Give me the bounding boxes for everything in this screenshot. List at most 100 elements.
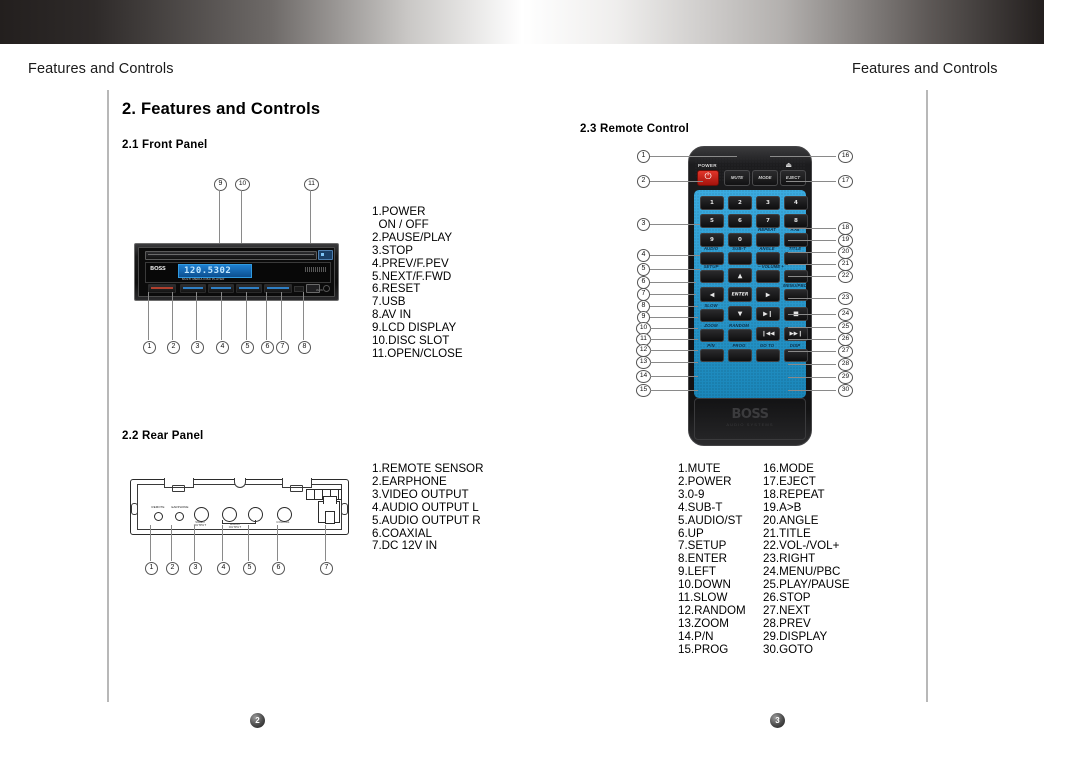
remote-callout-27: 27 [838,345,853,358]
front-callout-10: 10 [235,178,250,191]
remote-key-enter: ENTER [728,287,752,302]
front-callout-11: 11 [304,178,319,191]
rear-label-coaxial: COAXIAL [276,520,290,524]
remote-mute-button: MUTE [724,170,750,186]
remote-label-setup: SETUP [703,264,719,269]
remote-key-menu-pbc [784,289,808,301]
av-in-label: AV IN [316,289,323,292]
front-callout-1: 1 [143,341,156,354]
remote-key-7: 7 [756,214,780,228]
rear-leader-3 [194,525,195,561]
page-number-left: 2 [250,713,265,728]
remote-label-slow: SLOW [704,303,718,308]
dc-power-connector [318,496,340,524]
section-heading-rear-panel: 2.2 Rear Panel [122,430,204,442]
remote-callout-24: 24 [838,308,853,321]
front-callout-6: 6 [261,341,274,354]
front-leader-6 [266,292,267,340]
remote-eject-button: EJECT [780,170,806,186]
right-page-rule [926,90,928,702]
rear-leader-6 [277,525,278,561]
remote-brand-logo: BOSS [731,407,769,422]
remote-label-angle: ANGLE [759,246,775,251]
remote-callout-29: 29 [838,371,853,384]
section-heading-remote-control: 2.3 Remote Control [580,123,690,135]
rear-callout-7: 7 [320,562,333,575]
rear-leader-5 [248,525,249,561]
remote-key-4: 4 [784,196,808,210]
rear-label-audio: AUDIO OUTPUT [228,522,242,530]
disc-slot [145,251,317,260]
front-leader-4 [221,292,222,340]
rear-callout-2: 2 [166,562,179,575]
rear-callout-3: 3 [189,562,202,575]
rear-label-earphone: EARPHONE [171,505,189,509]
next-button [264,284,292,293]
remote-label-goto: GO TO [759,343,775,348]
remote-callout-15: 15 [636,384,651,397]
remote-key-6: 6 [728,214,752,228]
remote-label-repeat: REPEAT [758,227,776,232]
remote-legend-column-left: 1.MUTE 2.POWER 3.0-9 4.SUB-T 5.AUDIO/ST … [678,462,746,656]
remote-label-prog: PROG [732,343,746,348]
remote-footer: BOSS AUDIO SYSTEMS [694,398,806,440]
front-leader-2 [172,292,173,340]
brand-logo: BOSS [150,266,166,272]
remote-callout-13: 13 [636,356,651,369]
running-head-right: Features and Controls [852,61,998,77]
remote-mode-button: MODE [752,170,778,186]
remote-callout-5: 5 [637,263,650,276]
remote-callout-23: 23 [838,292,853,305]
rear-label-video: VIDEO OUTPUT [193,520,207,528]
rear-panel-illustration: REMOTE EARPHONE VIDEO OUTPUT AUDIO OUTPU… [130,478,349,535]
remote-callout-28: 28 [838,358,853,371]
remote-key-up: ▲ [728,268,752,283]
remote-label-zoom: ZOOM [704,323,718,328]
remote-key-8: 8 [784,214,808,228]
remote-callout-1: 1 [637,150,650,163]
remote-key-random [728,329,752,342]
remote-label-audio: AUDIO [703,246,719,251]
running-head-left: Features and Controls [28,61,174,77]
remote-label-disp: DISP [789,343,801,348]
rear-leader-2 [171,525,172,561]
remote-label-menu-pbc: MENU/PBC [783,283,807,288]
lcd-subtext: MULTI MEDIA DISC PLAYER [182,276,225,281]
front-callout-4: 4 [216,341,229,354]
remote-key-goto [756,349,780,362]
speaker-grille [305,267,327,272]
eject-icon: ⏏ [785,162,792,169]
remote-key-9: 9 [700,233,724,247]
rear-callout-4: 4 [217,562,230,575]
front-leader-7 [281,292,282,340]
remote-key-right: ▶ [756,287,780,302]
remote-label-title: TITLE [788,246,802,251]
remote-callout-22: 22 [838,270,853,283]
rear-panel-legend: 1.REMOTE SENSOR 2.EARPHONE 3.VIDEO OUTPU… [372,462,484,553]
front-leader-5 [246,292,247,340]
header-gradient-band [0,0,1044,44]
remote-key-pn [700,349,724,362]
remote-power-button [697,170,719,186]
remote-legend-column-right: 16.MODE 17.EJECT 18.REPEAT 19.A>B 20.ANG… [763,462,850,656]
page-number-right: 3 [770,713,785,728]
front-callout-8: 8 [298,341,311,354]
earphone-jack [175,512,184,521]
left-page-rule [107,90,109,702]
remote-callout-2: 2 [637,175,650,188]
section-heading-front-panel: 2.1 Front Panel [122,139,208,151]
remote-control-illustration: POWER ⏏ MUTE MODE EJECT 1 2 3 4 5 6 7 8 … [688,146,812,446]
rear-callout-1: 1 [145,562,158,575]
rear-leader-7 [325,525,326,561]
rear-callout-5: 5 [243,562,256,575]
remote-key-2: 2 [728,196,752,210]
prev-button [236,284,262,293]
remote-key-3: 3 [756,196,780,210]
remote-key-0: 0 [728,233,752,247]
front-panel-legend: 1.POWER ON / OFF 2.PAUSE/PLAY 3.STOP 4.P… [372,205,463,360]
remote-brand-subtitle: AUDIO SYSTEMS [726,422,774,427]
remote-key-vol-down [756,270,780,283]
front-callout-7: 7 [276,341,289,354]
open-close-button [318,250,333,260]
header-gradient-right [522,0,1044,44]
